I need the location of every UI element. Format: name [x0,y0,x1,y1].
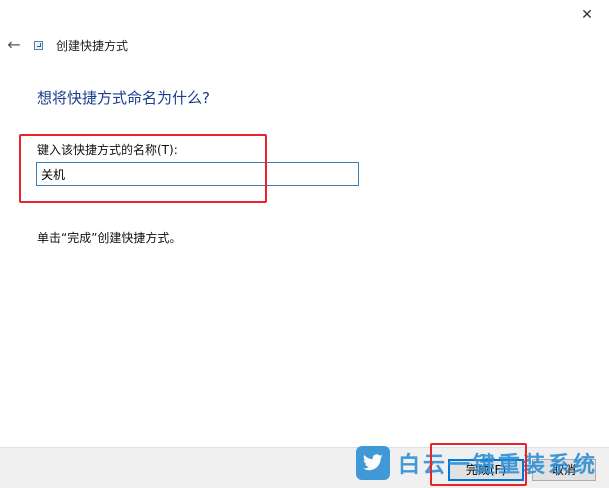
shortcut-name-input[interactable] [36,162,359,186]
close-icon: ✕ [581,7,593,23]
finish-hint: 单击“完成”创建快捷方式。 [37,231,182,245]
finish-button[interactable]: 完成(F) [448,459,524,481]
create-shortcut-dialog: ✕ ← 创建快捷方式 想将快捷方式命名为什么? 键入该快捷方式的名称(T): 单… [0,0,609,488]
shortcut-name-label: 键入该快捷方式的名称(T): [37,143,178,157]
dialog-footer: 完成(F) 取消 [0,447,609,488]
cancel-button[interactable]: 取消 [532,459,596,481]
back-button[interactable]: ← [5,36,23,54]
page-heading: 想将快捷方式命名为什么? [37,89,210,107]
close-button[interactable]: ✕ [565,0,609,30]
title-bar: ← 创建快捷方式 [0,34,609,56]
back-arrow-icon: ← [7,35,21,54]
shortcut-icon [34,41,43,50]
window-title: 创建快捷方式 [56,39,129,53]
